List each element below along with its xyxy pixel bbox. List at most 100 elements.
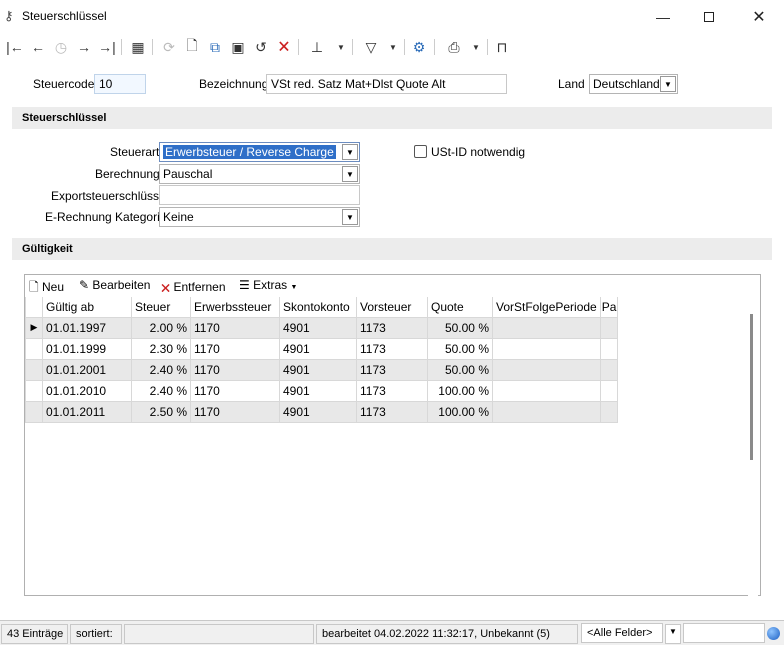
steuercode-input[interactable]: 10 bbox=[94, 74, 146, 94]
table-row[interactable]: 01.01.1999 2.30 % 1170 4901 1173 50.00 % bbox=[25, 337, 619, 360]
column-header-erwerbssteuer[interactable]: Erwerbssteuer bbox=[190, 297, 280, 318]
cell-gueltig-ab[interactable]: 01.01.1999 bbox=[42, 337, 132, 360]
chevron-down-icon[interactable]: ▼ bbox=[665, 624, 681, 644]
previous-record-icon[interactable]: ← bbox=[27, 36, 49, 58]
cell-pa[interactable] bbox=[599, 400, 619, 423]
cell-steuer[interactable]: 2.40 % bbox=[131, 379, 191, 402]
settings-icon[interactable]: ⚙ bbox=[408, 36, 430, 58]
cell-vorstfolgeperiode[interactable] bbox=[492, 337, 601, 360]
pin-icon[interactable]: ⊥ bbox=[306, 36, 328, 58]
globe-icon[interactable] bbox=[767, 627, 780, 640]
search-input[interactable] bbox=[683, 623, 765, 643]
cell-erwerbssteuer[interactable]: 1170 bbox=[190, 379, 280, 402]
maximize-button[interactable] bbox=[686, 0, 732, 34]
cell-skontokonto[interactable]: 4901 bbox=[279, 316, 357, 339]
neu-button[interactable]: 🗋 Neu bbox=[29, 278, 64, 299]
cell-quote[interactable]: 50.00 % bbox=[427, 358, 493, 381]
cell-steuer[interactable]: 2.00 % bbox=[131, 316, 191, 339]
last-record-icon[interactable]: →| bbox=[96, 36, 118, 58]
cell-vorsteuer[interactable]: 1173 bbox=[356, 379, 428, 402]
cell-steuer[interactable]: 2.50 % bbox=[131, 400, 191, 423]
cell-quote[interactable]: 50.00 % bbox=[427, 316, 493, 339]
column-header-skontokonto[interactable]: Skontokonto bbox=[279, 297, 357, 318]
cell-gueltig-ab[interactable]: 01.01.2011 bbox=[42, 400, 132, 423]
column-header-quote[interactable]: Quote bbox=[427, 297, 493, 318]
chevron-down-icon[interactable]: ▼ bbox=[660, 76, 676, 92]
cell-steuer[interactable]: 2.40 % bbox=[131, 358, 191, 381]
cell-gueltig-ab[interactable]: 01.01.2001 bbox=[42, 358, 132, 381]
cell-pa[interactable] bbox=[599, 379, 619, 402]
cell-quote[interactable]: 100.00 % bbox=[427, 400, 493, 423]
table-row[interactable]: 01.01.2010 2.40 % 1170 4901 1173 100.00 … bbox=[25, 379, 619, 402]
cell-quote[interactable]: 100.00 % bbox=[427, 379, 493, 402]
berechnung-select[interactable]: Pauschal ▼ bbox=[159, 164, 360, 184]
cell-erwerbssteuer[interactable]: 1170 bbox=[190, 337, 280, 360]
save-icon[interactable]: ▣ bbox=[227, 36, 249, 58]
chevron-down-icon[interactable]: ▼ bbox=[342, 166, 358, 182]
cell-skontokonto[interactable]: 4901 bbox=[279, 400, 357, 423]
cell-vorstfolgeperiode[interactable] bbox=[492, 316, 601, 339]
cell-pa[interactable] bbox=[599, 337, 619, 360]
erechnung-select[interactable]: Keine ▼ bbox=[159, 207, 360, 227]
history-icon[interactable]: ◷ bbox=[50, 36, 72, 58]
scrollbar-thumb[interactable] bbox=[750, 314, 753, 460]
cell-steuer[interactable]: 2.30 % bbox=[131, 337, 191, 360]
delete-icon[interactable]: 🗙 bbox=[273, 36, 295, 58]
first-record-icon[interactable]: |← bbox=[4, 36, 26, 58]
table-row[interactable]: 01.01.2011 2.50 % 1170 4901 1173 100.00 … bbox=[25, 400, 619, 423]
chevron-down-icon[interactable]: ▼ bbox=[342, 209, 358, 225]
close-button[interactable]: ✕ bbox=[736, 0, 782, 34]
cell-gueltig-ab[interactable]: 01.01.1997 bbox=[42, 316, 132, 339]
minimize-button[interactable]: — bbox=[640, 0, 686, 34]
print-dropdown-icon[interactable]: ▼ bbox=[465, 36, 487, 58]
cell-vorsteuer[interactable]: 1173 bbox=[356, 400, 428, 423]
undo-icon[interactable]: ↺ bbox=[250, 36, 272, 58]
toolbar-separator bbox=[352, 39, 353, 55]
cell-skontokonto[interactable]: 4901 bbox=[279, 337, 357, 360]
entfernen-button[interactable]: 🗙 Entfernen bbox=[161, 278, 226, 299]
filter-icon[interactable]: ▽ bbox=[360, 36, 382, 58]
new-document-icon[interactable]: 🗋 bbox=[181, 36, 203, 58]
print-icon[interactable]: ⎙ bbox=[443, 36, 465, 58]
cell-gueltig-ab[interactable]: 01.01.2010 bbox=[42, 379, 132, 402]
table-row[interactable]: ▶ 01.01.1997 2.00 % 1170 4901 1173 50.00… bbox=[25, 316, 619, 339]
land-select[interactable]: Deutschland ▼ bbox=[589, 74, 678, 94]
bezeichnung-input[interactable]: VSt red. Satz Mat+Dlst Quote Alt bbox=[266, 74, 507, 94]
filter-dropdown-icon[interactable]: ▼ bbox=[382, 36, 404, 58]
exportsteuerschluessel-input[interactable] bbox=[159, 185, 360, 205]
refresh-icon[interactable]: ⟳ bbox=[158, 36, 180, 58]
table-view-icon[interactable]: ▦ bbox=[127, 36, 149, 58]
cell-erwerbssteuer[interactable]: 1170 bbox=[190, 316, 280, 339]
steuerart-select[interactable]: Erwerbsteuer / Reverse Charge ▼ bbox=[159, 142, 360, 162]
table-row[interactable]: 01.01.2001 2.40 % 1170 4901 1173 50.00 % bbox=[25, 358, 619, 381]
column-header-pa[interactable]: Pa bbox=[599, 297, 619, 318]
cell-vorstfolgeperiode[interactable] bbox=[492, 358, 601, 381]
gueltigkeit-grid: 🗋 Neu ✎ Bearbeiten 🗙 Entfernen ☰ Extras … bbox=[24, 274, 761, 596]
filter-field-select[interactable]: <Alle Felder> bbox=[581, 623, 663, 643]
cell-vorstfolgeperiode[interactable] bbox=[492, 379, 601, 402]
cell-pa[interactable] bbox=[599, 316, 619, 339]
copy-icon[interactable]: ⧉ bbox=[204, 36, 226, 58]
cell-skontokonto[interactable]: 4901 bbox=[279, 358, 357, 381]
column-header-gueltig-ab[interactable]: Gültig ab bbox=[42, 297, 132, 318]
cell-vorstfolgeperiode[interactable] bbox=[492, 400, 601, 423]
column-header-steuer[interactable]: Steuer bbox=[131, 297, 191, 318]
ustid-checkbox[interactable] bbox=[414, 145, 427, 158]
cell-skontokonto[interactable]: 4901 bbox=[279, 379, 357, 402]
chevron-down-icon[interactable]: ▼ bbox=[342, 144, 358, 160]
extras-button[interactable]: ☰ Extras ▼ bbox=[239, 278, 297, 292]
bearbeiten-button[interactable]: ✎ Bearbeiten bbox=[79, 278, 150, 292]
column-header-vorsteuer[interactable]: Vorsteuer bbox=[356, 297, 428, 318]
cell-vorsteuer[interactable]: 1173 bbox=[356, 358, 428, 381]
cell-quote[interactable]: 50.00 % bbox=[427, 337, 493, 360]
cell-vorsteuer[interactable]: 1173 bbox=[356, 316, 428, 339]
pin-dropdown-icon[interactable]: ▼ bbox=[330, 36, 352, 58]
cell-erwerbssteuer[interactable]: 1170 bbox=[190, 400, 280, 423]
exit-icon[interactable]: ⊓ bbox=[491, 36, 513, 58]
window-title: Steuerschlüssel bbox=[22, 9, 107, 23]
cell-pa[interactable] bbox=[599, 358, 619, 381]
column-header-vorstfolgeperiode[interactable]: VorStFolgePeriode bbox=[492, 297, 601, 318]
cell-vorsteuer[interactable]: 1173 bbox=[356, 337, 428, 360]
next-record-icon[interactable]: → bbox=[73, 36, 95, 58]
cell-erwerbssteuer[interactable]: 1170 bbox=[190, 358, 280, 381]
